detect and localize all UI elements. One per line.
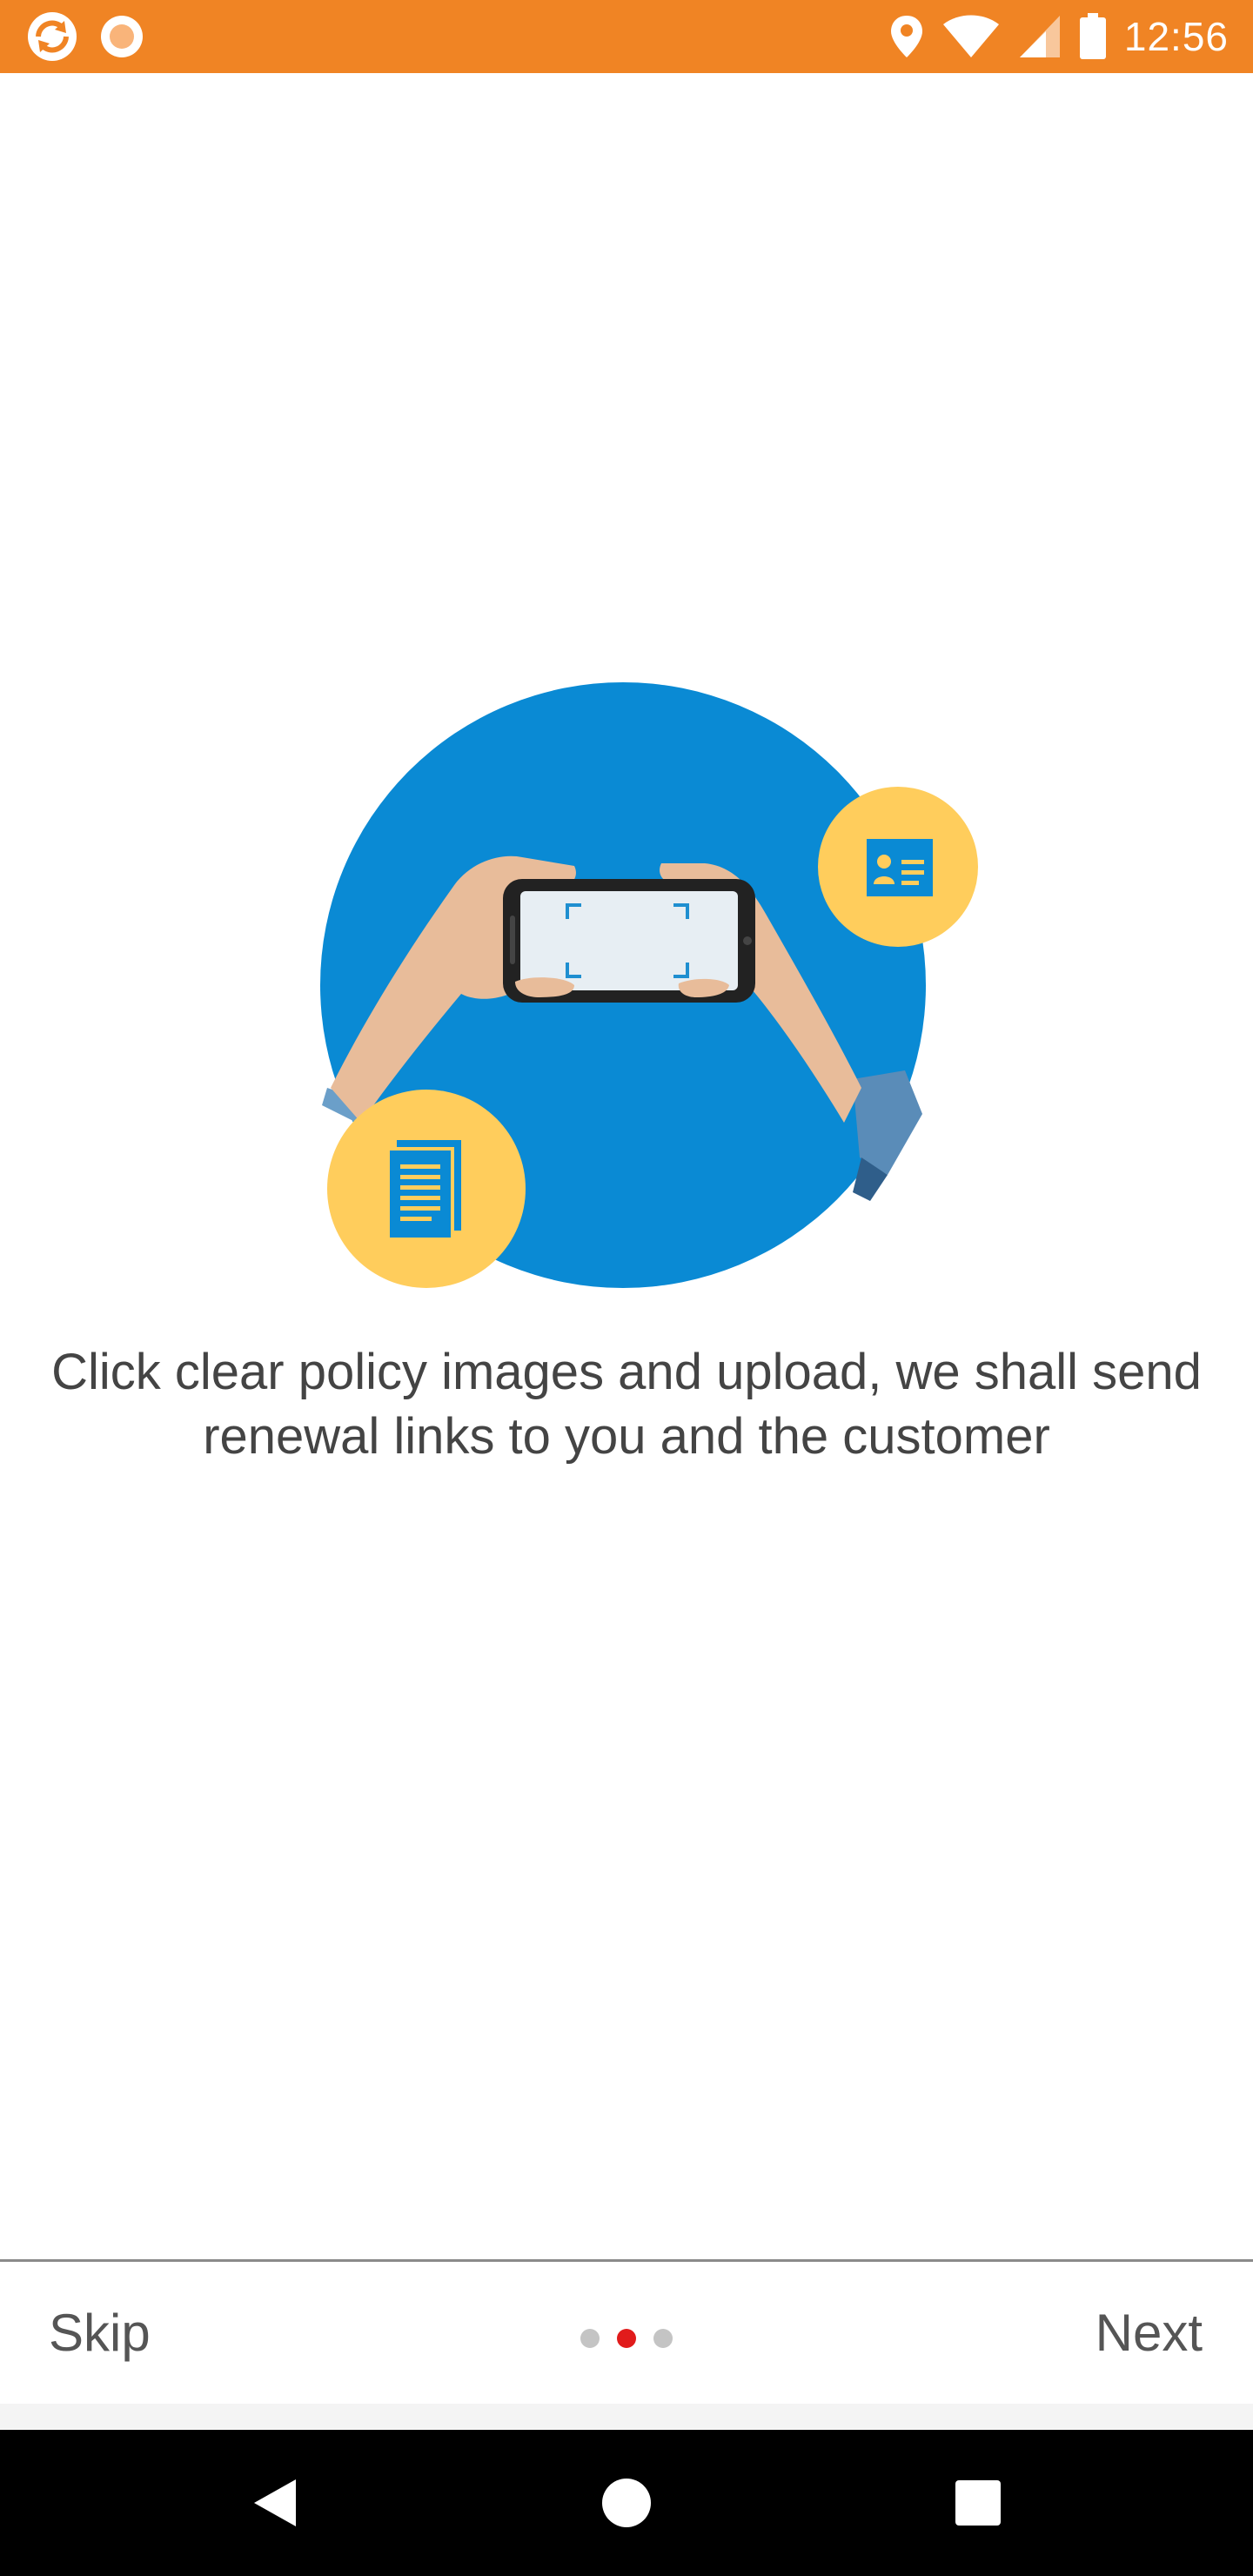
recents-button[interactable]: [908, 2430, 1048, 2576]
battery-icon: [1079, 13, 1106, 59]
recents-icon: [955, 2480, 1001, 2526]
status-left-icons: [26, 10, 146, 63]
onboarding-footer: Skip Next: [0, 2262, 1253, 2429]
app-sync-icon: [28, 12, 77, 61]
onboarding-message: Click clear policy images and upload, we…: [51, 1344, 1202, 1465]
page-dot-3: [653, 2328, 673, 2348]
home-button[interactable]: [557, 2430, 696, 2576]
phone-photographing-documents-illustration: [320, 682, 978, 1288]
back-icon: [254, 2479, 296, 2526]
page-dot-1: [580, 2328, 600, 2348]
contact-card-icon: [867, 839, 933, 896]
next-button[interactable]: Next: [1096, 2262, 1203, 2404]
home-icon: [602, 2479, 651, 2527]
location-icon: [890, 16, 922, 57]
page-indicator: [0, 2262, 1253, 2404]
record-icon: [101, 16, 143, 57]
back-button[interactable]: [205, 2430, 345, 2576]
status-bar: 12:56: [0, 0, 1253, 73]
status-time: 12:56: [1123, 14, 1229, 59]
system-nav-bar: [0, 2430, 1253, 2576]
status-right-icons: 12:56: [889, 0, 1229, 73]
wifi-icon: [942, 15, 999, 57]
signal-icon: [1019, 16, 1060, 57]
page-dot-2-active: [617, 2328, 636, 2348]
